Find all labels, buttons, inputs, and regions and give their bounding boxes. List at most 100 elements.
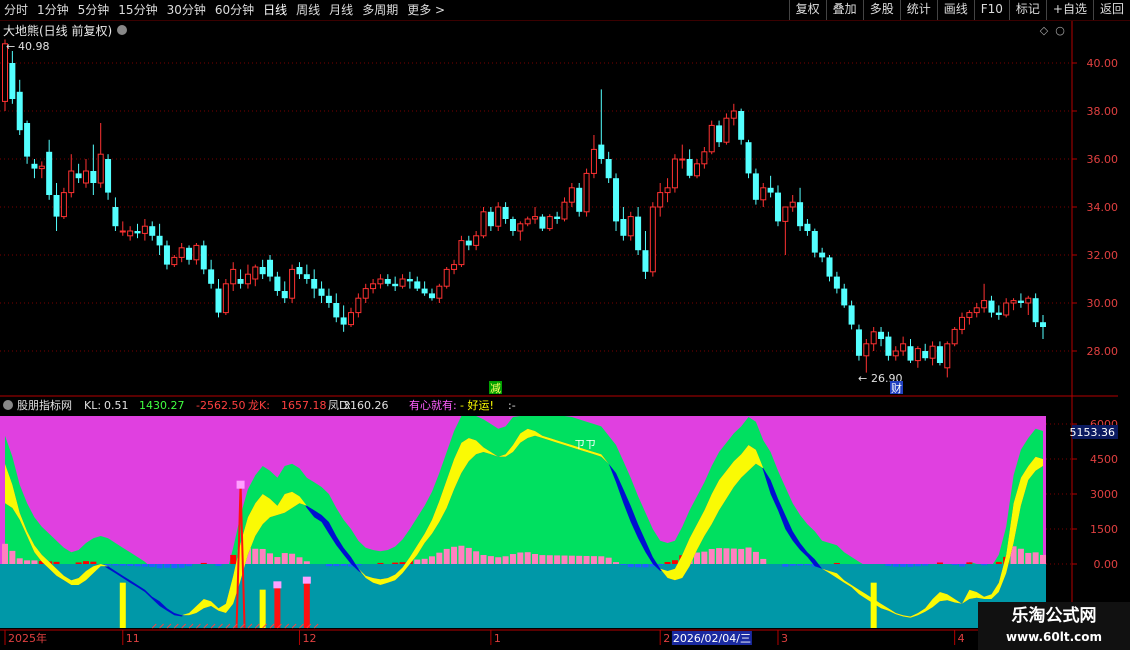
candle-body-114 — [841, 288, 848, 306]
indicator-feng-value: 3160.26 — [343, 399, 389, 412]
candle-body-19 — [141, 225, 148, 234]
histogram-bar-121 — [892, 564, 899, 567]
candle-body-71 — [524, 218, 531, 225]
candle-body-55 — [406, 279, 413, 282]
histogram-bar-59 — [436, 552, 443, 564]
main-ytick-label-4: 36.00 — [1087, 153, 1119, 166]
indicator-v2: -2562.50 — [196, 399, 245, 412]
candle-body-4 — [31, 163, 38, 169]
histogram-bar-84 — [620, 564, 627, 566]
candle-body-103 — [760, 187, 767, 201]
histogram-bar-35 — [259, 548, 266, 564]
histogram-bar-78 — [576, 555, 583, 564]
histogram-bar-90 — [664, 561, 671, 564]
xaxis-label-0: 2025年 — [8, 631, 47, 645]
candle-body-88 — [649, 206, 656, 273]
histogram-bar-135 — [995, 561, 1002, 564]
histogram-bar-12 — [90, 561, 97, 564]
histogram-bar-86 — [635, 564, 642, 568]
histogram-bar-141 — [1040, 554, 1046, 564]
candle-body-39 — [289, 268, 296, 299]
ind-ytick-label-3: 1500 — [1090, 523, 1118, 536]
candle-body-16 — [119, 230, 126, 233]
main-pane: 28.00 30.00 32.00 34.00 36.00 38.00 40.00 大地熊(日… — [0, 23, 1118, 395]
ind-ytick-label-2: 3000 — [1090, 488, 1118, 501]
candle-body-135 — [995, 312, 1002, 315]
xaxis: 2025年 11 12 1 2 3 42026/02/04/三 — [4, 630, 965, 645]
candle-body-126 — [929, 345, 936, 359]
indicator-long-value: 1657.18 — [281, 399, 327, 412]
candle-body-70 — [517, 223, 524, 232]
candle-body-90 — [664, 187, 671, 194]
candle-body-109 — [804, 223, 811, 231]
histogram-bar-95 — [701, 551, 708, 564]
histogram-bar-89 — [657, 564, 664, 566]
candle-body-83 — [613, 178, 620, 222]
candle-body-28 — [208, 269, 215, 284]
candle-body-82 — [605, 159, 612, 179]
watermark-url: www.60lt.com — [1005, 630, 1103, 644]
candle-body-79 — [583, 172, 590, 213]
xaxis-label-1: 11 — [126, 632, 140, 645]
candle-body-130 — [959, 316, 966, 330]
marker-jian: 减 — [490, 382, 501, 395]
candle-body-26 — [193, 244, 200, 261]
low-arrow-icon: ← — [858, 372, 867, 385]
candle-body-18 — [134, 231, 141, 234]
candle-body-41 — [303, 274, 310, 279]
signal-post-3 — [303, 582, 310, 628]
histogram-bar-82 — [605, 557, 612, 564]
histogram-bar-106 — [782, 564, 789, 567]
candle-body-63 — [465, 240, 472, 246]
candle-body-61 — [451, 264, 458, 270]
candle-body-138 — [1017, 300, 1024, 303]
histogram-bar-74 — [546, 555, 553, 564]
histogram-bar-71 — [524, 552, 531, 564]
histogram-bar-19 — [141, 564, 148, 567]
candle-body-113 — [833, 276, 840, 289]
histogram-bar-21 — [156, 564, 163, 569]
histogram-bar-10 — [75, 562, 82, 564]
candle-body-74 — [546, 216, 553, 230]
main-dropdown-icon — [117, 25, 127, 35]
candle-body-132 — [973, 307, 980, 314]
histogram-bar-76 — [561, 555, 568, 564]
candle-body-31 — [230, 268, 237, 285]
histogram-bar-87 — [642, 564, 649, 568]
candle-body-38 — [281, 291, 288, 299]
candle-body-49 — [362, 288, 369, 299]
candle-body-111 — [819, 252, 826, 258]
candle-body-25 — [186, 247, 193, 260]
candle-body-64 — [473, 235, 480, 246]
histogram-bar-62 — [458, 545, 465, 564]
stock-chart[interactable]: 28.0030.0032.0034.0036.0038.0040.00大地熊(日… — [0, 0, 1130, 650]
candle-body-7 — [53, 195, 60, 217]
histogram-bar-11 — [82, 561, 89, 564]
candle-body-136 — [1003, 302, 1010, 316]
candle-body-54 — [399, 278, 406, 287]
histogram-bar-68 — [502, 556, 509, 564]
histogram-bar-109 — [804, 564, 811, 566]
xaxis-label-5: 3 — [781, 632, 788, 645]
candle-body-66 — [487, 211, 494, 227]
histogram-bar-122 — [900, 564, 907, 567]
signal-post-1 — [259, 589, 266, 628]
xaxis-label-4: 2 — [663, 632, 670, 645]
candle-body-42 — [311, 279, 318, 289]
signal-post-0 — [119, 582, 126, 628]
cursor-date: 2026/02/04/三 — [673, 632, 751, 645]
main-ytick-label-5: 38.00 — [1087, 105, 1119, 118]
candle-body-62 — [458, 240, 465, 266]
candle-body-129 — [951, 328, 958, 345]
high-price-label: 40.98 — [18, 40, 50, 53]
candle-body-110 — [811, 231, 818, 253]
histogram-bar-69 — [509, 554, 516, 564]
candle-body-46 — [340, 317, 347, 325]
histogram-bar-0 — [2, 543, 8, 564]
candle-body-59 — [436, 285, 443, 299]
candle-body-118 — [870, 331, 877, 345]
candle-body-89 — [657, 192, 664, 208]
histogram-bar-61 — [451, 546, 458, 564]
candle-body-35 — [259, 267, 266, 275]
indicator-kl-value: 0.51 — [104, 399, 129, 412]
